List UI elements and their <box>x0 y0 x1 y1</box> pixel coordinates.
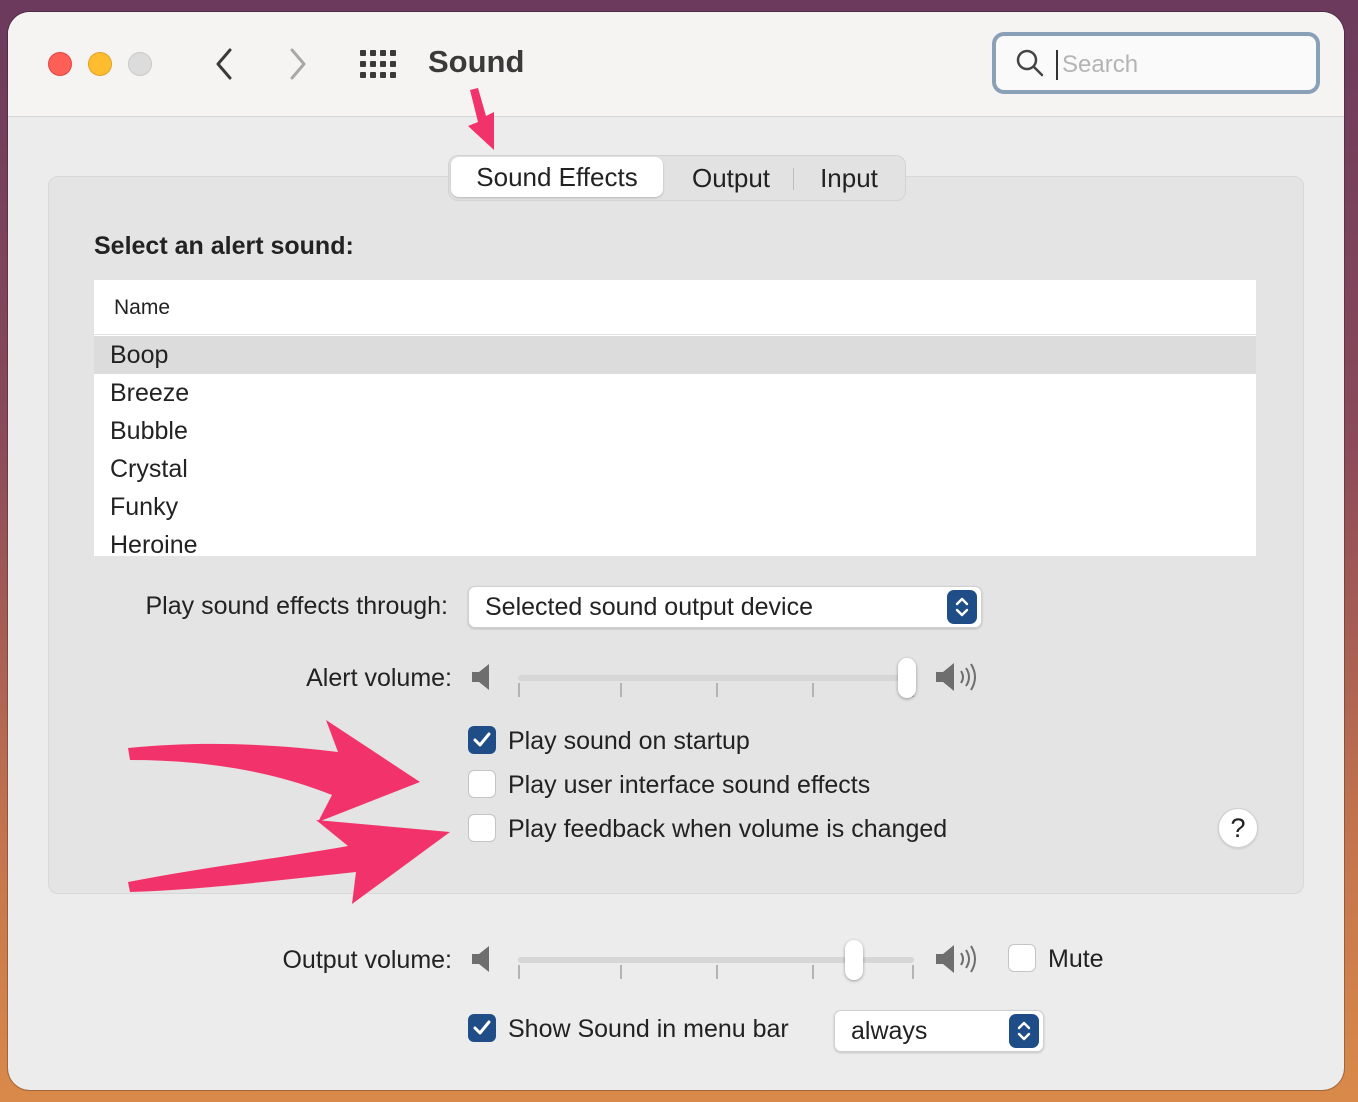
slider-tick <box>716 683 718 697</box>
mute-label: Mute <box>1048 945 1104 973</box>
help-button[interactable]: ? <box>1218 808 1258 848</box>
list-column-header[interactable]: Name <box>94 280 1256 335</box>
chevron-right-icon <box>290 48 306 80</box>
show-in-menu-bar-checkbox[interactable] <box>468 1014 496 1042</box>
alert-volume-slider[interactable] <box>516 658 916 698</box>
slider-tick <box>716 965 718 979</box>
slider-tick <box>812 683 814 697</box>
output-device-value: Selected sound output device <box>485 593 814 621</box>
search-input[interactable] <box>1060 48 1304 82</box>
list-item[interactable]: Bubble <box>94 412 1256 450</box>
list-item[interactable]: Crystal <box>94 450 1256 488</box>
show-in-menu-bar-label: Show Sound in menu bar <box>508 1015 789 1043</box>
list-item[interactable]: Heroine <box>94 526 1256 556</box>
slider-tick <box>518 965 520 979</box>
tab-input[interactable]: Input <box>799 156 899 200</box>
startup-sound-label: Play sound on startup <box>508 727 750 755</box>
list-item-label: Breeze <box>110 379 190 407</box>
slider-tick <box>620 965 622 979</box>
speaker-low-icon <box>472 664 489 690</box>
output-device-popup[interactable]: Selected sound output device <box>468 586 982 628</box>
search-field[interactable] <box>992 32 1320 94</box>
minimize-window-button[interactable] <box>88 52 112 76</box>
output-volume-slider[interactable] <box>516 940 916 980</box>
slider-tick <box>620 683 622 697</box>
alert-volume-label: Alert volume: <box>306 664 452 692</box>
system-preferences-window: Sound Sound Effects Output Input Select … <box>8 12 1344 1090</box>
volume-feedback-checkbox[interactable] <box>468 814 496 842</box>
speaker-low-icon <box>472 946 489 972</box>
text-cursor <box>1056 50 1058 80</box>
search-icon <box>1016 49 1044 77</box>
slider-tick <box>812 965 814 979</box>
alert-sound-heading: Select an alert sound: <box>94 232 354 260</box>
popup-stepper-icon <box>1009 1014 1039 1048</box>
tab-sound-effects[interactable]: Sound Effects <box>451 157 663 197</box>
startup-sound-checkbox[interactable] <box>468 726 496 754</box>
slider-track <box>518 675 914 681</box>
speaker-high-icon <box>936 945 976 973</box>
menu-bar-visibility-value: always <box>851 1017 928 1045</box>
checkmark-icon <box>473 732 491 747</box>
list-item[interactable]: Funky <box>94 488 1256 526</box>
slider-knob[interactable] <box>898 658 916 698</box>
show-all-grid-icon[interactable] <box>360 50 398 78</box>
close-window-button[interactable] <box>48 52 72 76</box>
ui-sound-effects-label: Play user interface sound effects <box>508 771 871 799</box>
title-bar: Sound <box>8 12 1344 117</box>
list-item-label: Bubble <box>110 417 188 445</box>
window-title: Sound <box>428 44 525 79</box>
tab-output[interactable]: Output <box>675 156 787 200</box>
list-item-label: Crystal <box>110 455 188 483</box>
volume-feedback-label: Play feedback when volume is changed <box>508 815 948 843</box>
chevron-left-icon <box>216 48 232 80</box>
slider-tick <box>518 683 520 697</box>
back-button[interactable] <box>204 44 244 84</box>
list-item-label: Heroine <box>110 531 198 556</box>
list-item-label: Boop <box>110 341 169 369</box>
tab-divider <box>793 168 794 190</box>
list-item-label: Funky <box>110 493 179 521</box>
slider-tick <box>912 965 914 979</box>
play-through-label: Play sound effects through: <box>145 592 448 620</box>
forward-button[interactable] <box>278 44 318 84</box>
tab-bar: Sound Effects Output Input <box>448 155 906 201</box>
list-item[interactable]: Breeze <box>94 374 1256 412</box>
popup-stepper-icon <box>947 590 977 624</box>
list-item[interactable]: Boop <box>94 336 1256 374</box>
zoom-window-button[interactable] <box>128 52 152 76</box>
mute-checkbox[interactable] <box>1008 944 1036 972</box>
slider-knob[interactable] <box>845 940 863 980</box>
ui-sound-effects-checkbox[interactable] <box>468 770 496 798</box>
output-volume-label: Output volume: <box>282 946 452 974</box>
column-header-name: Name <box>114 296 171 319</box>
menu-bar-visibility-popup[interactable]: always <box>834 1010 1044 1052</box>
alert-sound-list[interactable]: Name Boop Breeze Bubble Crystal Funky He… <box>94 280 1256 556</box>
checkmark-icon <box>473 1020 491 1035</box>
speaker-high-icon <box>936 663 976 691</box>
